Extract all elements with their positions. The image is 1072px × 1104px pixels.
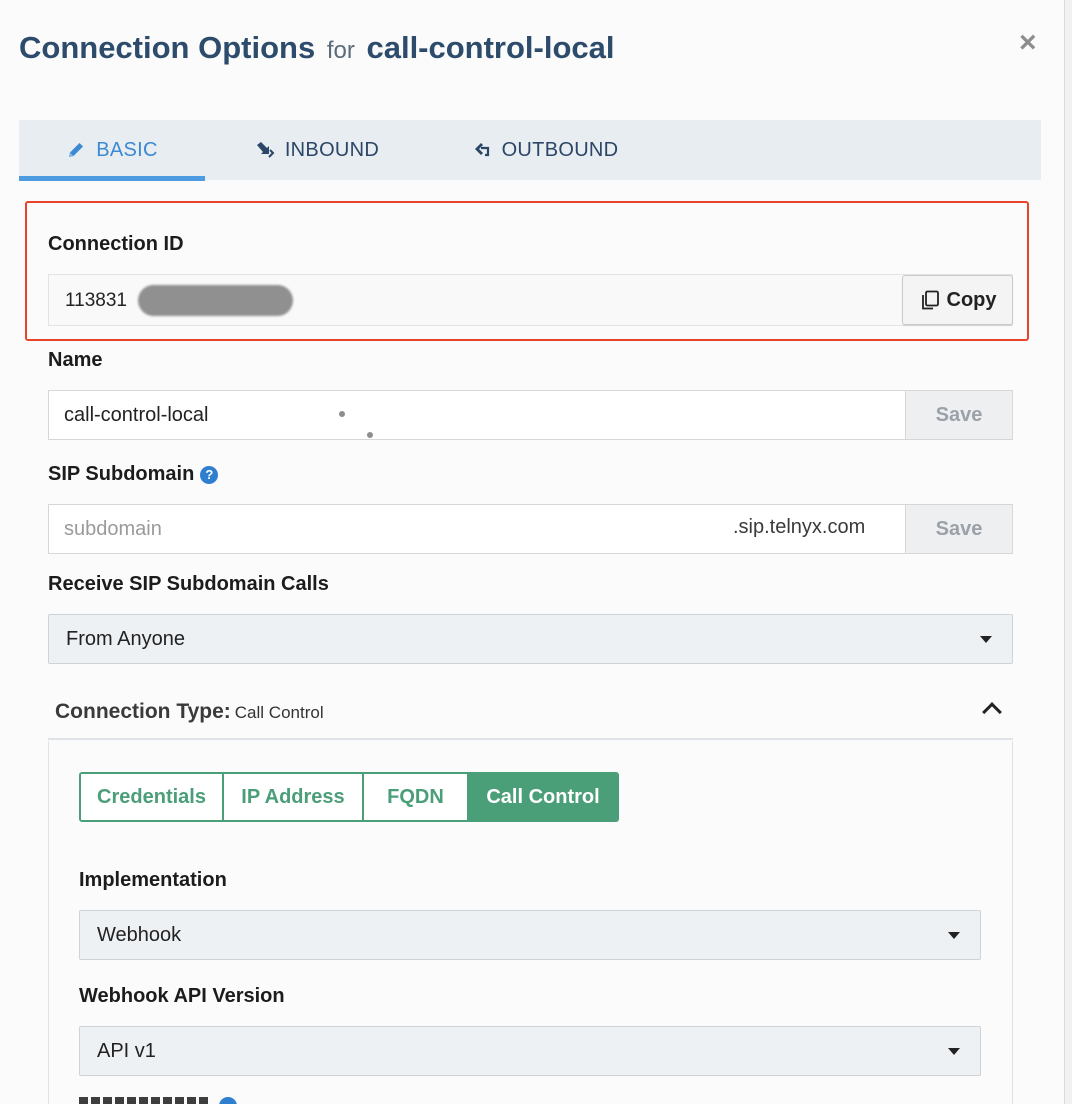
connection-id-field: 113831: [48, 274, 1013, 326]
segment-fqdn[interactable]: FQDN: [364, 774, 469, 820]
sip-subdomain-label-text: SIP Subdomain: [48, 463, 195, 485]
modal-title-text: Connection Options: [19, 30, 316, 65]
webhook-api-version-select[interactable]: API v1: [79, 1026, 981, 1076]
caret-down-icon: [948, 932, 960, 939]
connection-type-selector: Credentials IP Address FQDN Call Control: [79, 772, 619, 822]
receive-calls-select[interactable]: From Anyone: [48, 614, 1013, 664]
modal-title-for: for: [326, 37, 355, 64]
pencil-icon: [69, 143, 84, 157]
connection-type-header[interactable]: Connection Type: Call Control: [48, 688, 1013, 740]
redaction-blur: [138, 285, 293, 316]
segment-ip-address[interactable]: IP Address: [224, 774, 364, 820]
tab-outbound-label: OUTBOUND: [501, 138, 619, 161]
copy-button-label: Copy: [946, 288, 997, 311]
chevron-up-icon[interactable]: [982, 702, 1002, 722]
copy-icon: [921, 290, 939, 310]
connection-type-label: Connection Type:: [55, 700, 231, 723]
outbound-arrow-icon: [474, 143, 489, 157]
connection-type-title: Connection Type: Call Control: [55, 700, 324, 724]
implementation-label: Implementation: [79, 869, 227, 891]
copy-button[interactable]: Copy: [902, 275, 1013, 325]
clipped-text-stub: [79, 1097, 209, 1104]
receive-calls-label: Receive SIP Subdomain Calls: [48, 573, 329, 595]
connection-id-value: 113831: [65, 290, 127, 311]
name-save-button[interactable]: Save: [905, 390, 1013, 440]
name-input[interactable]: call-control-local: [48, 390, 908, 440]
modal-title: Connection Options for call-control-loca…: [19, 30, 615, 66]
connection-type-value: Call Control: [234, 703, 324, 722]
name-label: Name: [48, 349, 103, 371]
window-edge: [1064, 0, 1072, 1104]
stray-dot: [339, 411, 345, 417]
connection-id-label: Connection ID: [48, 233, 184, 255]
close-icon[interactable]: ×: [1019, 28, 1037, 58]
modal-title-connection-name: call-control-local: [366, 30, 615, 65]
tab-basic[interactable]: BASIC: [19, 120, 205, 181]
tab-bar: BASIC INBOUND OUTBOUND: [19, 120, 1041, 181]
sip-subdomain-suffix: .sip.telnyx.com: [733, 516, 866, 538]
webhook-api-version-value: API v1: [97, 1039, 156, 1062]
segment-call-control[interactable]: Call Control: [469, 774, 617, 820]
webhook-url-label-clipped: [79, 1097, 209, 1104]
implementation-value: Webhook: [97, 923, 182, 946]
caret-down-icon: [948, 1048, 960, 1055]
help-icon[interactable]: ?: [200, 466, 219, 484]
connection-options-modal: Connection Options for call-control-loca…: [0, 0, 1064, 1104]
caret-down-icon: [980, 636, 992, 643]
webhook-api-version-label: Webhook API Version: [79, 985, 285, 1007]
tab-outbound[interactable]: OUTBOUND: [465, 120, 625, 180]
receive-calls-value: From Anyone: [66, 627, 185, 650]
implementation-select[interactable]: Webhook: [79, 910, 981, 960]
sip-subdomain-label: SIP Subdomain?: [48, 463, 219, 486]
tab-inbound-label: INBOUND: [284, 138, 380, 161]
stray-dot: [367, 432, 373, 438]
tab-basic-label: BASIC: [96, 138, 158, 161]
tab-inbound[interactable]: INBOUND: [247, 120, 387, 180]
sip-subdomain-save-button[interactable]: Save: [905, 504, 1013, 554]
inbound-arrow-icon: [256, 142, 275, 158]
segment-credentials[interactable]: Credentials: [81, 774, 224, 820]
